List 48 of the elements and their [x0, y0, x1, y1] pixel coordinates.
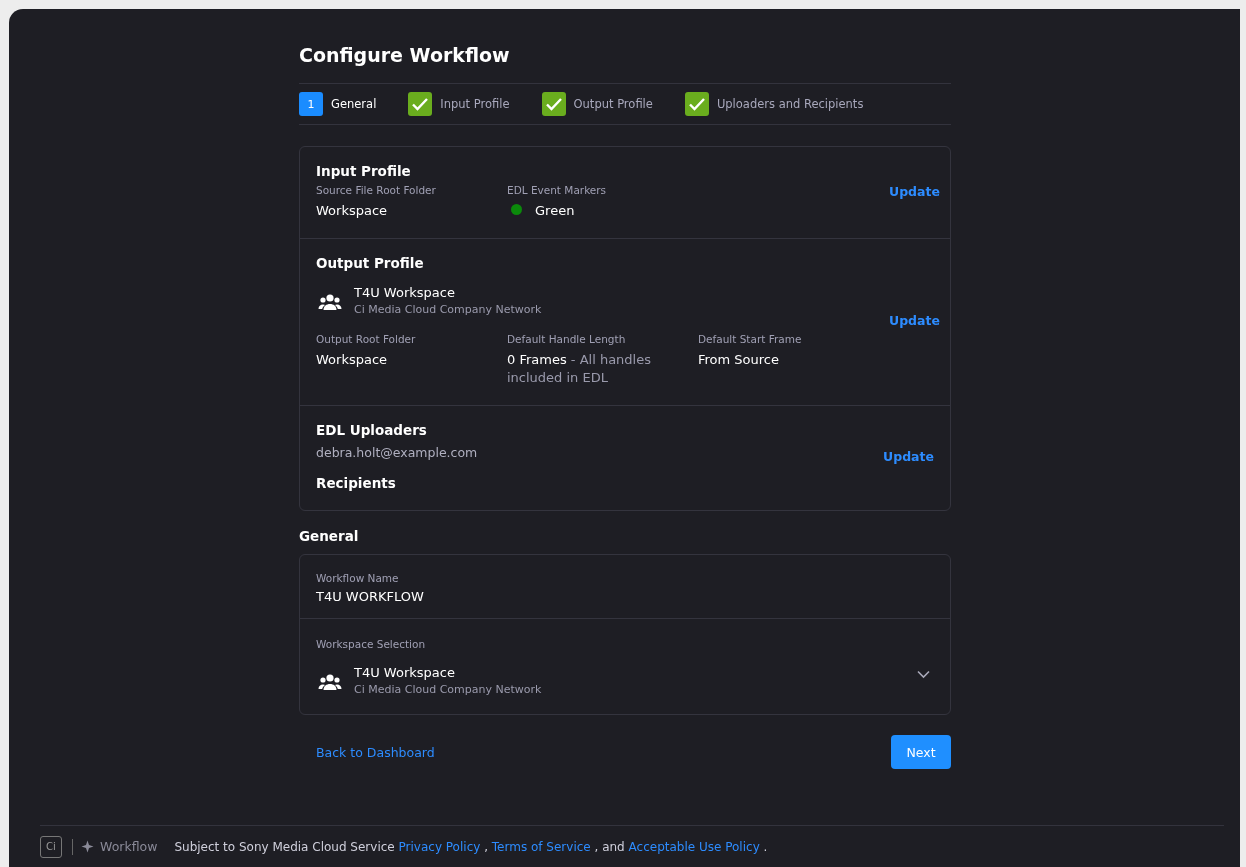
- legal-text: , and: [594, 838, 625, 856]
- field-value: 0 Frames - All handles included in EDL: [507, 351, 652, 387]
- back-link[interactable]: Back to Dashboard: [316, 744, 435, 760]
- workspace-network: Ci Media Cloud Company Network: [354, 302, 542, 318]
- step-label[interactable]: General: [331, 97, 377, 111]
- legal-text: Subject to Sony Media Cloud Service: [174, 838, 395, 856]
- section-heading: Output Profile: [316, 254, 425, 272]
- people-icon: [318, 672, 342, 690]
- step-label[interactable]: Input Profile: [440, 97, 510, 111]
- next-button[interactable]: Next: [891, 735, 951, 769]
- field-label: Source File Root Folder: [316, 183, 437, 198]
- logo: Ci: [40, 835, 62, 858]
- field-label: EDL Event Markers: [507, 183, 608, 198]
- section-heading: General: [299, 528, 360, 544]
- field-label: Workspace Selection: [316, 637, 427, 652]
- update-link[interactable]: Update: [889, 313, 940, 328]
- workspace-name: T4U Workspace: [354, 664, 456, 682]
- step-label[interactable]: Output Profile: [573, 97, 653, 111]
- field-label: Default Start Frame: [698, 332, 803, 347]
- field-value: From Source: [698, 351, 779, 369]
- field-label: Default Handle Length: [507, 332, 627, 347]
- field-label: Workflow Name: [316, 571, 400, 586]
- update-link[interactable]: Update: [889, 183, 940, 199]
- workspace-network: Ci Media Cloud Company Network: [354, 682, 542, 698]
- section-heading: Input Profile: [316, 162, 412, 180]
- policy-link[interactable]: Terms of Service: [491, 837, 591, 856]
- field-value: Workspace: [316, 351, 388, 369]
- legal-text: .: [763, 838, 768, 856]
- section-heading: EDL Uploaders: [316, 421, 428, 439]
- policy-link[interactable]: Privacy Policy: [398, 837, 481, 856]
- chevron-down-icon: [917, 670, 930, 679]
- step-label[interactable]: Uploaders and Recipients: [716, 97, 864, 111]
- policy-link[interactable]: Acceptable Use Policy: [628, 837, 760, 856]
- email-text: debra.holt@example.com: [316, 445, 479, 460]
- workflow-name-field[interactable]: T4U WORKFLOW: [316, 589, 934, 604]
- step-number-badge: 1: [299, 92, 323, 116]
- people-icon: [318, 292, 342, 310]
- legal-text: ,: [484, 838, 488, 856]
- field-label: Output Root Folder: [316, 332, 417, 347]
- sparkle-icon: [81, 840, 94, 853]
- page-title: Configure Workflow: [299, 43, 511, 67]
- field-value: Green: [535, 203, 575, 218]
- field-value: Workspace: [316, 202, 388, 220]
- workspace-dropdown[interactable]: Workspace Selection T4U Workspace Ci Media Cloud Company Network: [300, 619, 950, 714]
- update-link[interactable]: Update: [883, 449, 934, 464]
- product-name: Workflow: [100, 839, 158, 854]
- workspace-name: T4U Workspace: [354, 284, 456, 302]
- section-heading: Recipients: [316, 474, 397, 492]
